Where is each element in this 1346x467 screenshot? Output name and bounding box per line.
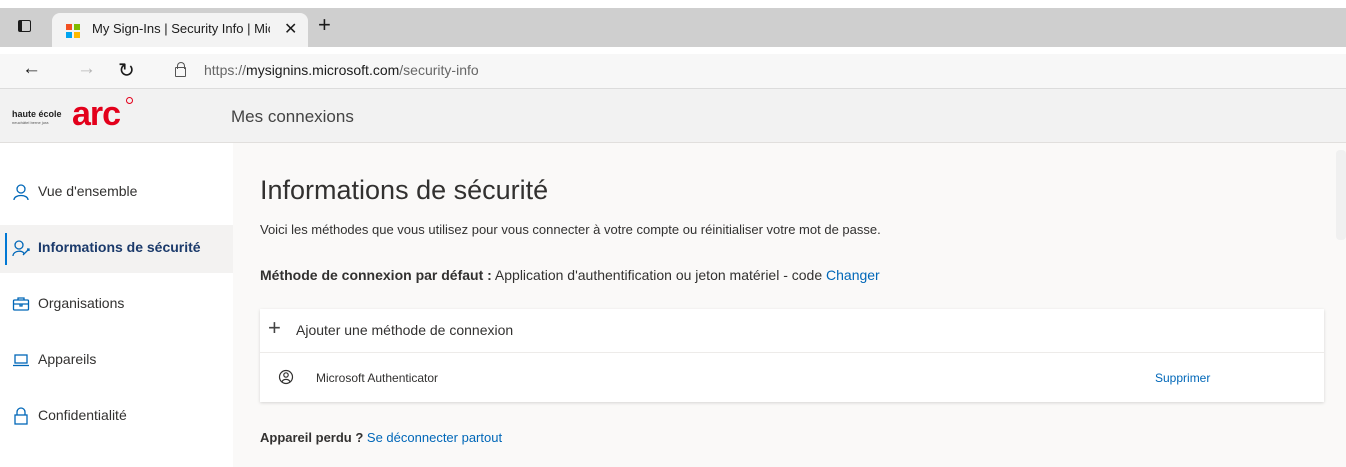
scrollbar[interactable] (1336, 150, 1346, 240)
sidebar-item-organizations[interactable]: Organisations (0, 281, 233, 329)
laptop-icon (12, 351, 30, 369)
microsoft-logo-icon (66, 24, 80, 38)
remove-method-link[interactable]: Supprimer (1155, 371, 1210, 385)
sidebar-item-label: Organisations (38, 295, 125, 311)
sidebar-item-privacy[interactable]: Confidentialité (0, 393, 233, 441)
address-bar[interactable]: https://mysignins.microsoft.com/security… (204, 62, 479, 78)
tab-title: My Sign-Ins | Security Info | Micr (92, 21, 270, 36)
lost-device-line: Appareil perdu ? Se déconnecter partout (260, 430, 502, 445)
logo-arc: arc (72, 95, 121, 133)
browser-tab[interactable]: My Sign-Ins | Security Info | Micr ✕ (52, 13, 308, 47)
logo-dot-icon (126, 97, 133, 104)
add-method-label: Ajouter une méthode de connexion (296, 322, 514, 338)
school-logo[interactable]: haute école neuchâtel berne jura arc (12, 93, 152, 137)
page-description: Voici les méthodes que vous utilisez pou… (260, 222, 881, 237)
method-row: Microsoft Authenticator Supprimer (260, 353, 1324, 402)
forward-arrow-icon[interactable]: → (77, 58, 96, 80)
default-method-value: Application d'authentification ou jeton … (491, 267, 827, 283)
default-method-label: Méthode de connexion par défaut : (260, 267, 492, 283)
page-title: Informations de sécurité (260, 175, 549, 205)
sign-out-everywhere-link[interactable]: Se déconnecter partout (367, 430, 502, 445)
default-method-line: Méthode de connexion par défaut : Applic… (260, 267, 880, 283)
site-lock-icon[interactable] (175, 62, 186, 77)
sidebar: Vue d'ensemble Informations de sécurité … (0, 143, 233, 467)
new-tab-icon[interactable]: + (318, 14, 331, 36)
sidebar-item-label: Informations de sécurité (38, 239, 201, 255)
sidebar-item-security-info[interactable]: Informations de sécurité (0, 225, 233, 273)
plus-icon: + (268, 315, 281, 340)
main-content: Informations de sécurité Voici les métho… (233, 143, 1346, 467)
browser-toolbar: ← → ↻ https://mysignins.microsoft.com/se… (0, 54, 1346, 89)
browser-tab-bar: My Sign-Ins | Security Info | Micr ✕ + (0, 0, 1346, 54)
lost-device-label: Appareil perdu ? (260, 430, 364, 445)
app-title: Mes connexions (231, 107, 354, 126)
authenticator-icon (278, 369, 294, 385)
tab-close-icon[interactable]: ✕ (284, 19, 297, 39)
briefcase-icon (12, 295, 30, 313)
sidebar-item-label: Confidentialité (38, 407, 127, 423)
sidebar-item-label: Vue d'ensemble (38, 183, 138, 199)
logo-text: haute école (12, 109, 62, 119)
add-method-button[interactable]: + Ajouter une méthode de connexion (260, 309, 1324, 353)
person-icon (12, 183, 30, 201)
methods-card: + Ajouter une méthode de connexion Micro… (260, 309, 1324, 402)
method-name: Microsoft Authenticator (316, 371, 439, 385)
url-domain: mysignins.microsoft.com (246, 62, 400, 78)
tab-actions-icon[interactable] (18, 20, 34, 34)
app-header: haute école neuchâtel berne jura arc Mes… (0, 89, 1346, 143)
refresh-icon[interactable]: ↻ (118, 58, 135, 83)
lock-icon (12, 407, 30, 425)
logo-subtext: neuchâtel berne jura (12, 120, 49, 125)
change-default-link[interactable]: Changer (826, 267, 880, 283)
sidebar-item-devices[interactable]: Appareils (0, 337, 233, 385)
sidebar-item-label: Appareils (38, 351, 97, 367)
back-arrow-icon[interactable]: ← (22, 58, 41, 80)
security-info-icon (12, 239, 30, 257)
sidebar-item-overview[interactable]: Vue d'ensemble (0, 169, 233, 217)
